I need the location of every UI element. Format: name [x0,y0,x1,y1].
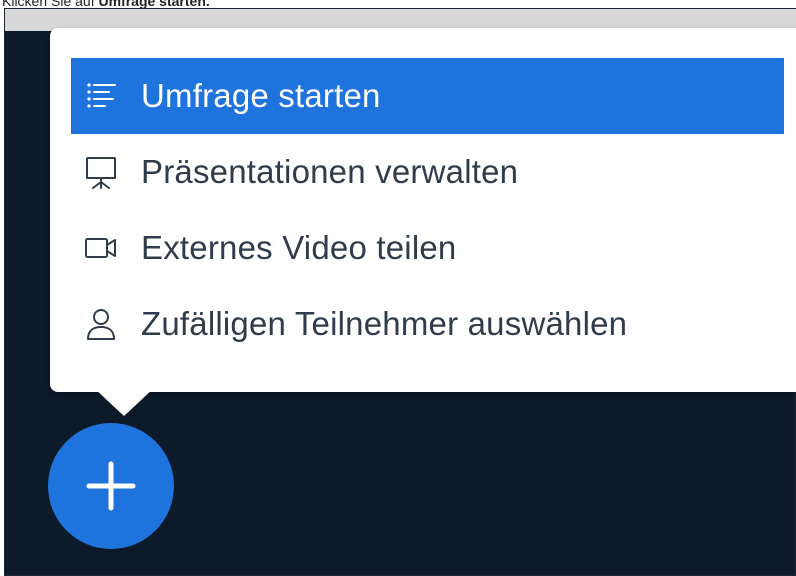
instruction-caption: Klicken Sie auf Umfrage starten. [2,0,210,8]
poll-list-icon [79,74,123,118]
menu-item-label: Externes Video teilen [141,229,457,266]
actions-plus-button[interactable] [48,423,174,549]
actions-menu: Umfrage starten Präsentationen verwalten [50,28,796,392]
video-camera-icon [79,226,123,270]
menu-item-label: Umfrage starten [141,77,381,114]
menu-item-select-random-user[interactable]: Zufälligen Teilnehmer auswählen [71,286,784,362]
menu-item-start-poll[interactable]: Umfrage starten [71,58,784,134]
actions-menu-list: Umfrage starten Präsentationen verwalten [71,58,784,362]
menu-item-label: Zufälligen Teilnehmer auswählen [141,305,628,342]
presentation-icon [79,150,123,194]
plus-icon [86,461,136,511]
menu-pointer [94,388,154,416]
menu-item-label: Präsentationen verwalten [141,153,519,190]
user-icon [79,302,123,346]
menu-item-manage-presentations[interactable]: Präsentationen verwalten [71,134,784,210]
menu-item-share-external-video[interactable]: Externes Video teilen [71,210,784,286]
